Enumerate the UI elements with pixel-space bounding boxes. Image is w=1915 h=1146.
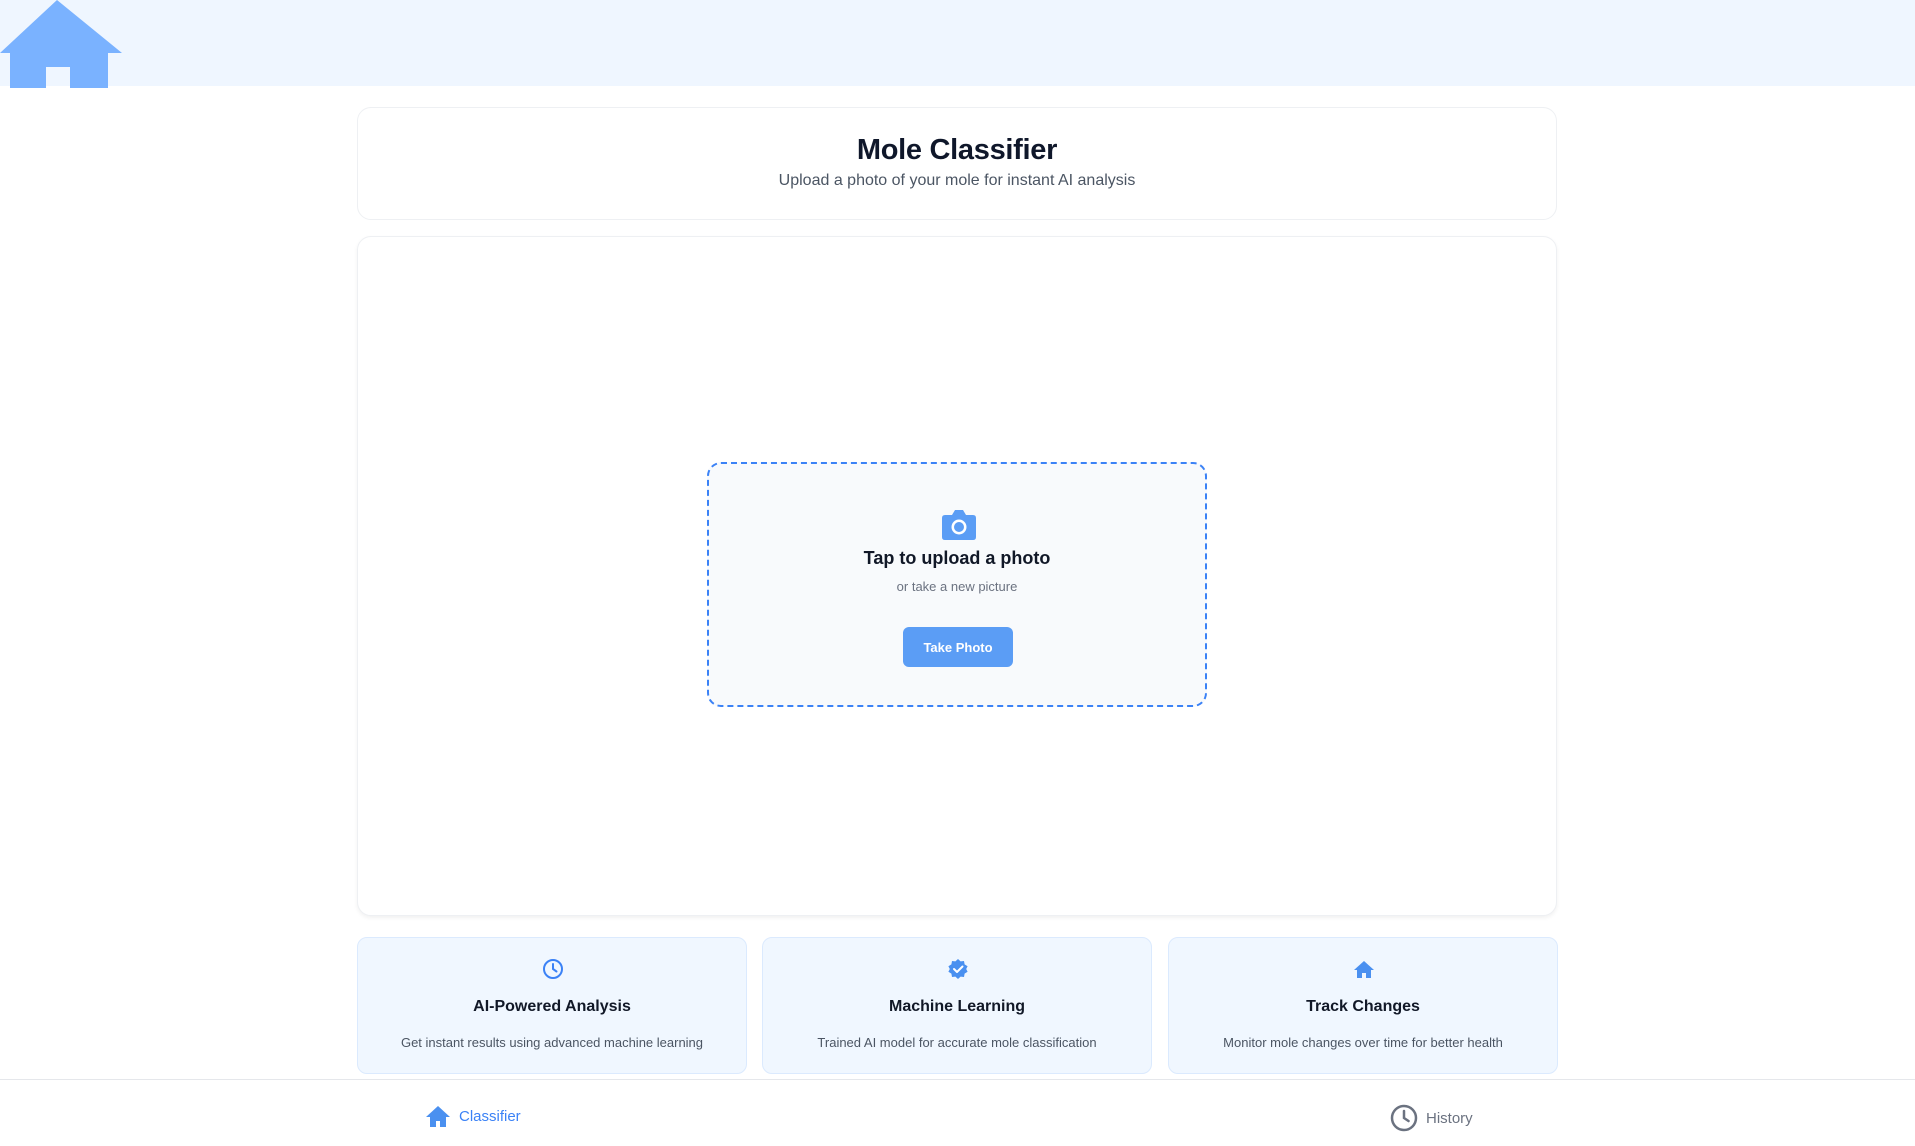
clock-icon	[543, 959, 563, 979]
page-title: Mole Classifier	[856, 134, 1058, 166]
feature-title: Machine Learning	[888, 998, 1026, 1015]
verified-badge-icon	[948, 959, 968, 979]
feature-card-ai-analysis: AI-Powered Analysis Get instant results …	[357, 937, 747, 1074]
top-bar	[0, 0, 1915, 88]
upload-title: Tap to upload a photo	[863, 548, 1051, 568]
feature-card-track-changes: Track Changes Monitor mole changes over …	[1168, 937, 1558, 1074]
home-icon	[426, 1106, 450, 1127]
feature-description: Trained AI model for accurate mole class…	[817, 1035, 1097, 1050]
feature-title: AI-Powered Analysis	[473, 998, 631, 1015]
clock-icon	[1390, 1104, 1418, 1132]
feature-description: Get instant results using advanced machi…	[400, 1035, 704, 1050]
upload-subtitle: or take a new picture	[896, 579, 1018, 594]
feature-description: Monitor mole changes over time for bette…	[1223, 1035, 1503, 1050]
feature-card-machine-learning: Machine Learning Trained AI model for ac…	[762, 937, 1152, 1074]
nav-item-history[interactable]: History	[1390, 1104, 1473, 1132]
upload-dropzone[interactable]: Tap to upload a photo or take a new pict…	[707, 462, 1207, 707]
feature-title: Track Changes	[1306, 998, 1420, 1015]
take-photo-button[interactable]: Take Photo	[903, 627, 1013, 667]
nav-item-label: History	[1426, 1109, 1473, 1127]
bottom-nav: Classifier History	[0, 1079, 1915, 1146]
camera-icon	[942, 510, 976, 540]
page-subtitle: Upload a photo of your mole for instant …	[778, 172, 1136, 189]
header-card: Mole Classifier Upload a photo of your m…	[357, 107, 1557, 220]
nav-item-classifier[interactable]: Classifier	[425, 1104, 521, 1128]
home-icon[interactable]	[0, 0, 122, 88]
home-icon	[1354, 961, 1374, 978]
nav-item-label: Classifier	[459, 1107, 521, 1125]
